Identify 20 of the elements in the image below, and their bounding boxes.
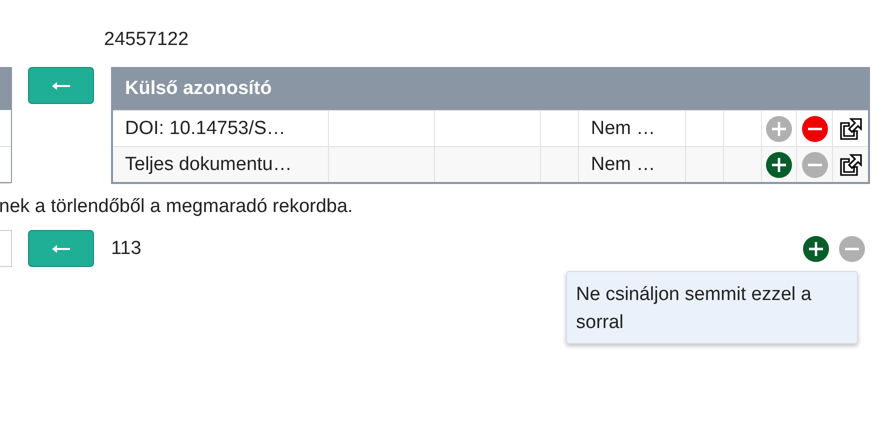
count-value: 113	[111, 238, 142, 260]
input-field[interactable]	[0, 230, 12, 267]
minus-icon[interactable]	[839, 236, 865, 262]
table-cell: Nem …	[578, 146, 686, 183]
record-id: 24557122	[104, 29, 189, 50]
minus-icon[interactable]	[802, 116, 828, 142]
copy-button[interactable]	[28, 67, 94, 104]
plus-icon[interactable]	[803, 236, 829, 262]
external-link-icon[interactable]	[838, 116, 863, 140]
note-text: nek a törlendőből a megmaradó rekordba.	[0, 195, 354, 218]
column-header: Külső azonosító	[112, 67, 869, 110]
external-link-icon[interactable]	[838, 152, 863, 176]
tooltip: Ne csináljon semmit ezzel a sorral	[566, 271, 858, 344]
arrow-left-icon	[52, 244, 70, 252]
copy-button[interactable]	[28, 230, 94, 267]
table-cell: DOI: 10.14753/S…	[112, 110, 329, 146]
minus-icon[interactable]	[802, 152, 828, 178]
arrow-left-icon	[52, 82, 70, 90]
plus-icon[interactable]	[766, 152, 792, 178]
table-cell: Teljes dokumentu…	[112, 146, 329, 183]
